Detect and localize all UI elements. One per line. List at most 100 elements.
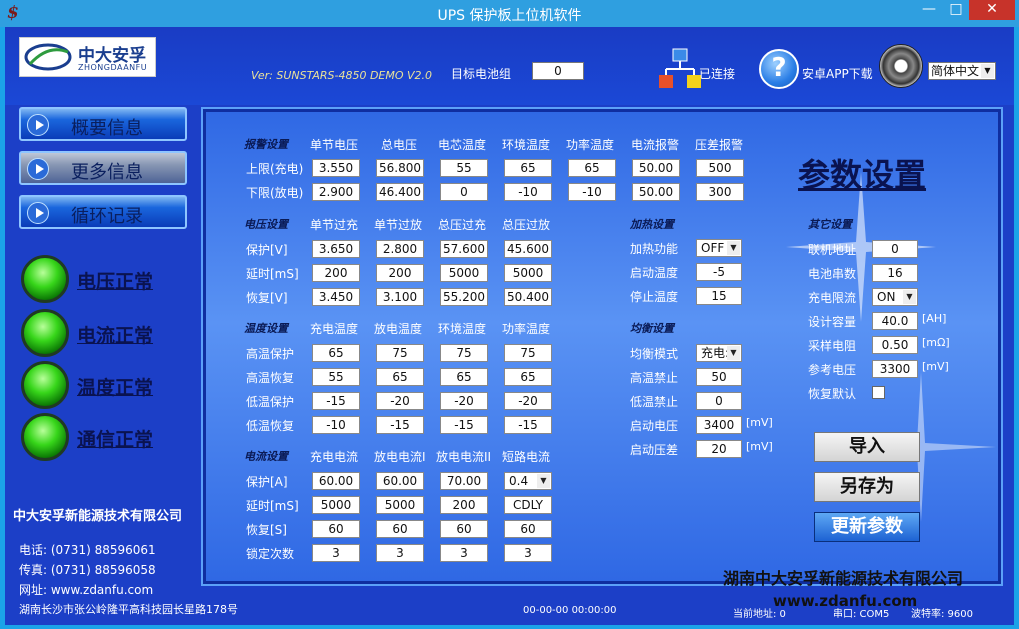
temperature-field[interactable]: -15	[440, 416, 488, 434]
temperature-field[interactable]: 65	[312, 344, 360, 362]
alarm-field[interactable]: -10	[504, 183, 552, 201]
other-capacity-unit: [AH]	[922, 312, 947, 325]
voltage-field[interactable]: 57.600	[440, 240, 488, 258]
android-app-download[interactable]: 安卓APP下载	[802, 65, 873, 82]
current-field[interactable]: 5000	[312, 496, 360, 514]
speaker-icon[interactable]	[879, 44, 923, 88]
balance-high-field[interactable]: 50	[696, 368, 742, 386]
temperature-field[interactable]: 65	[440, 368, 488, 386]
alarm-field[interactable]: 55	[440, 159, 488, 177]
temperature-row-label: 高温恢复	[246, 371, 295, 385]
alarm-field[interactable]: 46.400	[376, 183, 424, 201]
other-capacity-field[interactable]: 40.0	[872, 312, 918, 330]
temperature-field[interactable]: -15	[504, 416, 552, 434]
alarm-field[interactable]: 56.800	[376, 159, 424, 177]
temperature-field[interactable]: 75	[504, 344, 552, 362]
temperature-field[interactable]: 75	[376, 344, 424, 362]
import-button[interactable]: 导入	[814, 432, 920, 462]
chevron-down-icon: ▼	[537, 474, 550, 488]
current-field[interactable]: 3	[440, 544, 488, 562]
current-field[interactable]: 3	[312, 544, 360, 562]
temperature-field[interactable]: -20	[504, 392, 552, 410]
temperature-field[interactable]: -20	[376, 392, 424, 410]
other-resistor-field[interactable]: 0.50	[872, 336, 918, 354]
other-addr-field[interactable]: 0	[872, 240, 918, 258]
voltage-field[interactable]: 5000	[504, 264, 552, 282]
alarm-field[interactable]: 3.550	[312, 159, 360, 177]
voltage-field[interactable]: 2.800	[376, 240, 424, 258]
current-field[interactable]: 60	[312, 520, 360, 538]
current-field[interactable]: CDLY	[504, 496, 552, 514]
nav-more-button[interactable]: 更多信息	[19, 151, 187, 185]
voltage-field[interactable]: 45.600	[504, 240, 552, 258]
temperature-field[interactable]: -20	[440, 392, 488, 410]
restore-default-checkbox[interactable]	[872, 386, 885, 399]
update-params-button[interactable]: 更新参数	[814, 512, 920, 542]
current-field[interactable]: 60	[440, 520, 488, 538]
current-field[interactable]: 200	[440, 496, 488, 514]
voltage-field[interactable]: 200	[312, 264, 360, 282]
alarm-field[interactable]: 65	[568, 159, 616, 177]
close-button[interactable]: ✕	[969, 0, 1015, 20]
balance-low-field[interactable]: 0	[696, 392, 742, 410]
voltage-field[interactable]: 50.400	[504, 288, 552, 306]
heating-function-select[interactable]: OFF ▼	[696, 239, 742, 257]
status-comm-label: 通信正常	[77, 429, 154, 451]
temperature-field[interactable]: -10	[312, 416, 360, 434]
alarm-field[interactable]: 50.00	[632, 159, 680, 177]
other-addr-label: 联机地址	[808, 243, 857, 257]
temperature-field[interactable]: 65	[504, 368, 552, 386]
help-icon[interactable]: ?	[759, 49, 799, 89]
balance-low-label: 低温禁止	[630, 395, 679, 409]
current-field[interactable]: 3	[504, 544, 552, 562]
current-field[interactable]: 60.00	[376, 472, 424, 490]
current-field[interactable]: 60	[376, 520, 424, 538]
chevron-down-icon: ▼	[903, 290, 916, 304]
nav-overview-button[interactable]: 概要信息	[19, 107, 187, 141]
temperature-field[interactable]: 65	[376, 368, 424, 386]
voltage-field[interactable]: 55.200	[440, 288, 488, 306]
current-field[interactable]: 5000	[376, 496, 424, 514]
target-battery-input[interactable]: 0	[532, 62, 584, 80]
alarm-field[interactable]: 2.900	[312, 183, 360, 201]
voltage-field[interactable]: 200	[376, 264, 424, 282]
temperature-field[interactable]: -15	[312, 392, 360, 410]
balance-mode-select[interactable]: 充电: ▼	[696, 344, 742, 362]
footer-company: 湖南中大安孚新能源技术有限公司	[723, 569, 964, 588]
current-field[interactable]: 60.00	[312, 472, 360, 490]
other-limit-select[interactable]: ON ▼	[872, 288, 918, 306]
current-field[interactable]: 60	[504, 520, 552, 538]
other-series-field[interactable]: 16	[872, 264, 918, 282]
maximize-button[interactable]: □	[943, 0, 969, 20]
short-circuit-select[interactable]: 0.4 ▼	[504, 472, 552, 490]
alarm-field[interactable]: 0	[440, 183, 488, 201]
temperature-field[interactable]: 55	[312, 368, 360, 386]
alarm-row-label: 上限(充电)	[246, 162, 304, 176]
voltage-field[interactable]: 3.650	[312, 240, 360, 258]
temperature-section-title: 温度设置	[244, 322, 288, 335]
temperature-col: 功率温度	[502, 322, 551, 336]
temperature-field[interactable]: 75	[440, 344, 488, 362]
other-ref-field[interactable]: 3300	[872, 360, 918, 378]
language-select[interactable]: 简体中文 ▼	[928, 62, 996, 80]
status-temperature-label: 温度正常	[77, 377, 154, 399]
current-field[interactable]: 70.00	[440, 472, 488, 490]
nav-overview-label: 概要信息	[71, 118, 143, 139]
alarm-field[interactable]: -10	[568, 183, 616, 201]
current-field[interactable]: 3	[376, 544, 424, 562]
temperature-field[interactable]: -15	[376, 416, 424, 434]
balance-diff-field[interactable]: 20	[696, 440, 742, 458]
alarm-field[interactable]: 300	[696, 183, 744, 201]
minimize-button[interactable]: —	[916, 0, 942, 20]
balance-start-voltage-field[interactable]: 3400	[696, 416, 742, 434]
nav-cycle-button[interactable]: 循环记录	[19, 195, 187, 229]
voltage-field[interactable]: 3.100	[376, 288, 424, 306]
alarm-field[interactable]: 50.00	[632, 183, 680, 201]
alarm-field[interactable]: 65	[504, 159, 552, 177]
heating-start-field[interactable]: -5	[696, 263, 742, 281]
save-as-button[interactable]: 另存为	[814, 472, 920, 502]
heating-stop-field[interactable]: 15	[696, 287, 742, 305]
voltage-field[interactable]: 3.450	[312, 288, 360, 306]
voltage-field[interactable]: 5000	[440, 264, 488, 282]
alarm-field[interactable]: 500	[696, 159, 744, 177]
